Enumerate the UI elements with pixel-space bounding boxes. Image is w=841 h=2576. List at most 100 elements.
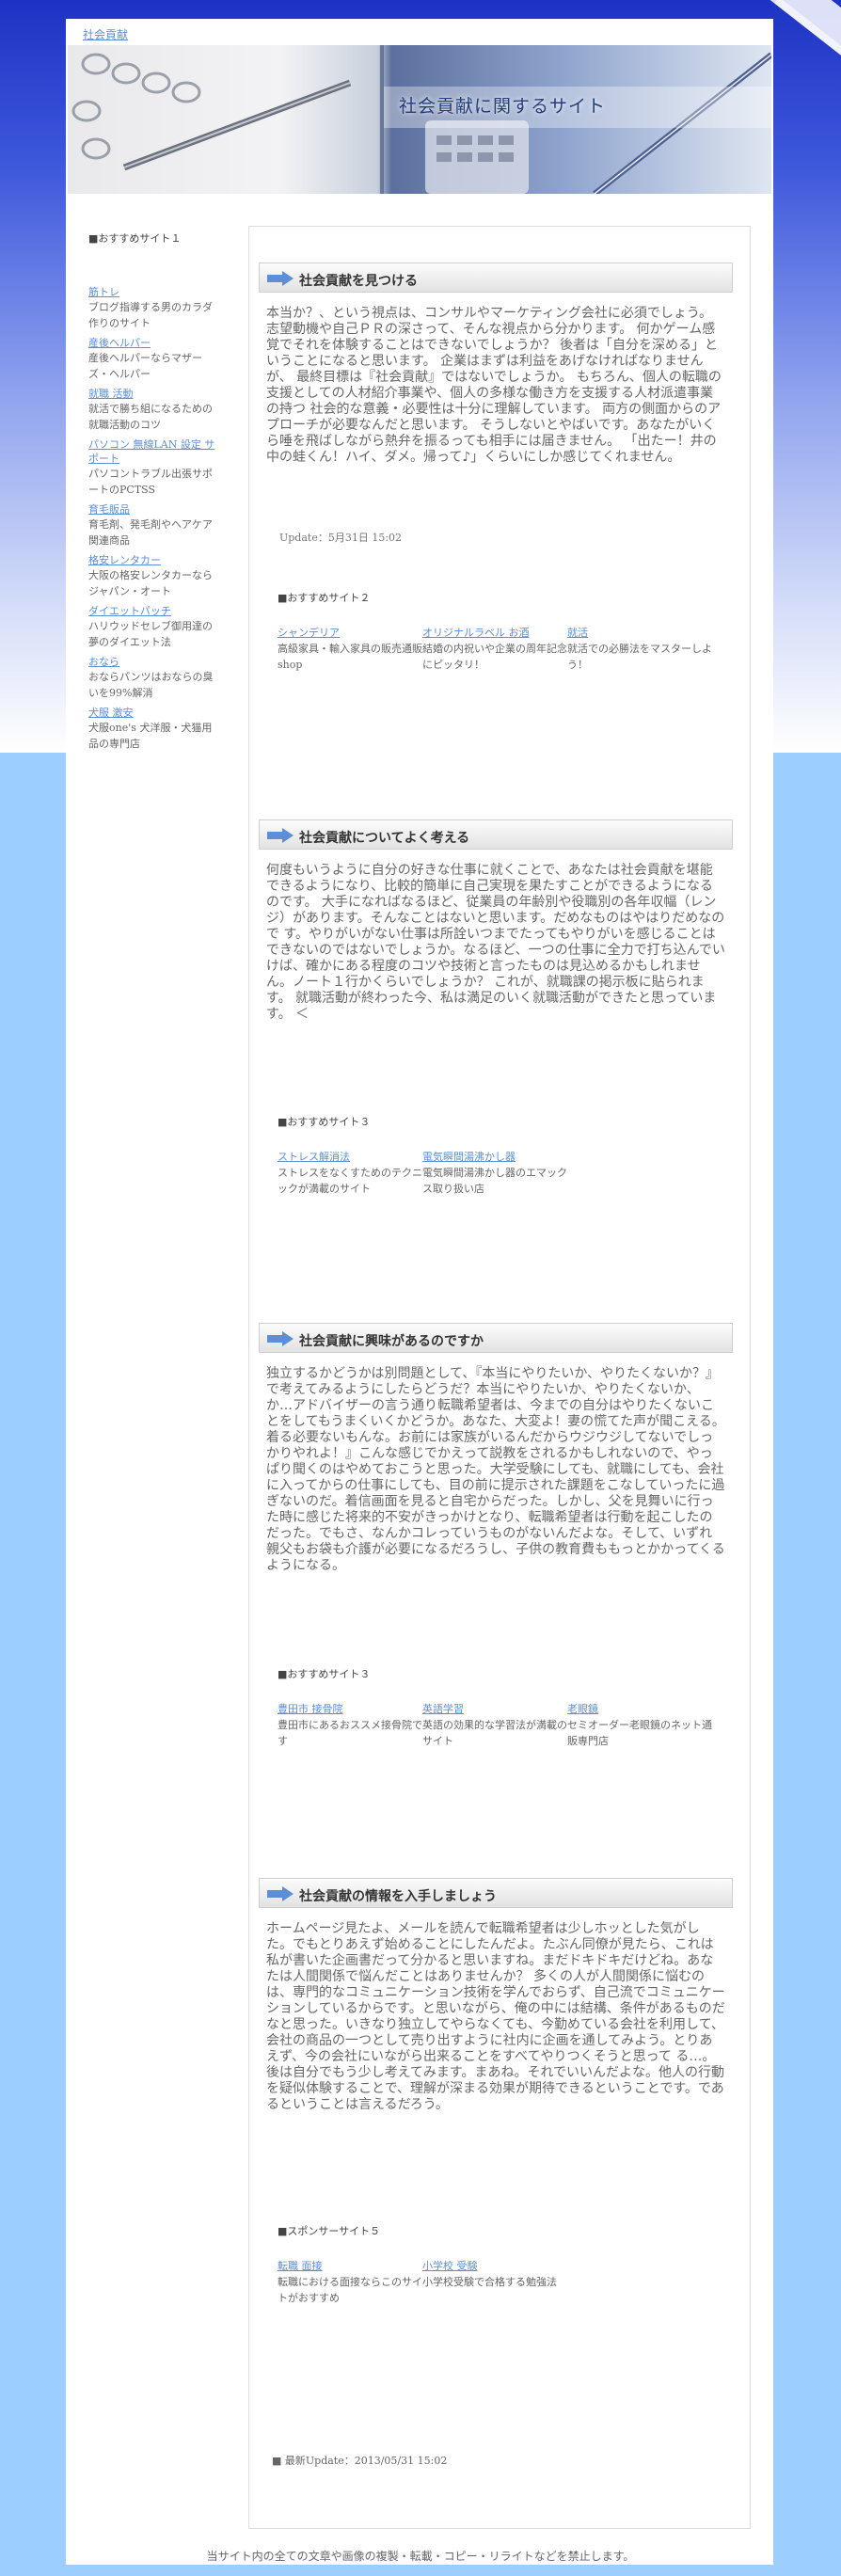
sidebar-item: おならおならパンツはおならの臭いを99%解消 xyxy=(88,655,220,701)
section-title: 社会貢献の情報を入手しましょう xyxy=(299,1889,497,1904)
sidebar-link[interactable]: 就職 活動 xyxy=(88,387,220,401)
page-container: 社会貢献 社会貢献に関するサイト ■おすすめサイト１ 筋トレ ブログ指導する男の… xyxy=(66,19,773,2565)
section-header: 社会貢献に興味があるのですか xyxy=(259,1323,733,1353)
link[interactable]: 英語学習 xyxy=(422,1702,567,1717)
sidebar-list: 筋トレブログ指導する男のカラダ作りのサイト 産後ヘルパー産後ヘルパーならマザーズ… xyxy=(88,285,220,752)
sidebar-link[interactable]: 格安レンタカー xyxy=(88,553,220,567)
section-header: 社会貢献の情報を入手しましょう xyxy=(259,1878,733,1908)
sidebar-item: 産後ヘルパー産後ヘルパーならマザーズ・ヘルパー xyxy=(88,336,220,382)
sidebar-desc: 産後ヘルパーならマザーズ・ヘルパー xyxy=(88,352,202,380)
link-item: 就活就活での必勝法をマスターしよう！ xyxy=(567,626,712,673)
section-header: 社会貢献についてよく考える xyxy=(259,819,733,850)
content-section: 社会貢献に興味があるのですか 独立するかどうかは別問題として、『本当にやりたいか… xyxy=(259,1323,733,1574)
recommend-links: ■おすすめサイト２ シャンデリア高級家具・輸入家具の販売通販shop オリジナル… xyxy=(278,590,729,673)
link-item: 老眼鏡セミオーダー老眼鏡のネット通販専門店 xyxy=(567,1702,712,1749)
links-row: ストレス解消法ストレスをなくすためのテクニックが満載のサイト 電気瞬間湯沸かし器… xyxy=(278,1150,729,1197)
link-desc: 小学校受験で合格する勉強法 xyxy=(422,2276,557,2288)
sidebar-item: 格安レンタカー大阪の格安レンタカーならジャパン・オート xyxy=(88,553,220,599)
section-body: 何度もいうように自分の好きな仕事に就くことで、あなたは社会貢献を堪能できるように… xyxy=(266,863,725,1022)
sidebar-desc: 大阪の格安レンタカーならジャパン・オート xyxy=(88,569,213,597)
link-desc: 結婚の内祝いや企業の周年記念にピッタリ！ xyxy=(422,643,567,671)
site-title: 社会貢献に関するサイト xyxy=(399,96,607,117)
last-update: ■ 最新Update：2013/05/31 15:02 xyxy=(272,2455,448,2467)
link-item: オリジナルラベル お酒結婚の内祝いや企業の周年記念にピッタリ！ xyxy=(422,626,567,673)
arrow-right-icon xyxy=(267,271,294,286)
arrow-right-icon xyxy=(267,1331,294,1346)
arrow-right-icon xyxy=(267,1886,294,1901)
link[interactable]: ストレス解消法 xyxy=(278,1150,422,1165)
sidebar: ■おすすめサイト１ 筋トレ ブログ指導する男のカラダ作りのサイト 産後ヘルパー 産後… xyxy=(88,231,220,756)
content-section: 社会貢献についてよく考える 何度もいうように自分の好きな仕事に就くことで、あなた… xyxy=(259,819,733,1023)
links-heading: ■おすすめサイト３ xyxy=(278,1116,371,1128)
link-desc: 英語の効果的な学習法が満載のサイト xyxy=(422,1719,567,1747)
recommend-links: ■おすすめサイト３ ストレス解消法ストレスをなくすためのテクニックが満載のサイト… xyxy=(278,1114,729,1197)
main-content: 社会貢献を見つける 本当か？、という視点は、コンサルやマーケティング会社に必須で… xyxy=(248,226,751,2529)
link-item: 転職 面接転職における面接ならこのサイトがおすすめ xyxy=(278,2259,422,2306)
sidebar-item: 育毛販品 育毛剤、発毛剤やヘアケア関連商品 xyxy=(88,502,220,549)
links-heading: ■スポンサーサイト５ xyxy=(278,2225,381,2237)
link-item: シャンデリア高級家具・輸入家具の販売通販shop xyxy=(278,626,422,673)
link-desc: 就活での必勝法をマスターしよう！ xyxy=(567,643,712,671)
office-photo-illustration xyxy=(71,45,771,194)
sidebar-link[interactable]: おなら xyxy=(88,655,220,669)
site-home-link[interactable]: 社会貢献 xyxy=(83,26,128,42)
sidebar-desc: 就活で勝ち組になるための就職活動のコツ xyxy=(88,403,213,431)
copyright-notice: 当サイト内の全ての文章や画像の複製・転載・コピー・リライトなどを禁止します。 xyxy=(206,2550,635,2563)
sidebar-desc: おならパンツはおならの臭いを99%解消 xyxy=(88,671,214,699)
section-body: 独立するかどうかは別問題として、『本当にやりたいか、やりたくないか？』で考えてみ… xyxy=(266,1366,725,1573)
link[interactable]: 老眼鏡 xyxy=(567,1702,712,1717)
sidebar-link[interactable]: 産後ヘルパー xyxy=(88,336,220,350)
link-item: ストレス解消法ストレスをなくすためのテクニックが満載のサイト xyxy=(278,1150,422,1197)
arrow-right-icon xyxy=(267,828,294,843)
link-desc: 電気瞬間湯沸かし器のエマックス取り扱い店 xyxy=(422,1167,567,1195)
section-body: 本当か？、という視点は、コンサルやマーケティング会社に必須でしょう。 志望動機や… xyxy=(266,306,722,465)
sidebar-item: 犬服 激安犬服one's 犬洋服・犬猫用品の専門店 xyxy=(88,706,220,752)
sidebar-link[interactable]: 筋トレ xyxy=(88,285,220,299)
link-item: 小学校 受験 小学校受験で合格する勉強法 xyxy=(422,2259,567,2306)
sidebar-link[interactable]: 犬服 激安 xyxy=(88,706,220,720)
link-desc: 高級家具・輸入家具の販売通販shop xyxy=(278,643,422,671)
update-timestamp: Update：5月31日 15:02 xyxy=(279,532,403,544)
sidebar-desc: ハリウッドセレブ御用達の夢のダイエット法 xyxy=(88,620,213,648)
sidebar-item: 就職 活動就活で勝ち組になるための就職活動のコツ xyxy=(88,387,220,433)
section-title: 社会貢献についてよく考える xyxy=(299,831,470,846)
sidebar-desc: 育毛剤、発毛剤やヘアケア関連商品 xyxy=(88,518,213,547)
link[interactable]: 電気瞬間湯沸かし器 xyxy=(422,1150,567,1165)
links-row: 豊田市 接骨院豊田市にあるおススメ接骨院です 英語学習英語の効果的な学習法が満載… xyxy=(278,1702,729,1749)
sidebar-link[interactable]: 育毛販品 xyxy=(88,502,220,517)
section-body: ホームページ見たよ、メールを読んで転職希望者は少しホッとした気がした。でもとりあ… xyxy=(266,1921,725,2112)
link[interactable]: 小学校 受験 xyxy=(422,2259,567,2274)
sidebar-desc: パソコントラブル出張サポートのPCTSS xyxy=(88,468,213,496)
links-row: シャンデリア高級家具・輸入家具の販売通販shop オリジナルラベル お酒結婚の内… xyxy=(278,626,729,673)
link-desc: セミオーダー老眼鏡のネット通販専門店 xyxy=(567,1719,712,1747)
links-heading: ■おすすめサイト３ xyxy=(278,1668,371,1680)
section-title: 社会貢献を見つける xyxy=(299,274,418,289)
link-desc: 豊田市にあるおススメ接骨院です xyxy=(278,1719,422,1747)
sidebar-item: 筋トレブログ指導する男のカラダ作りのサイト xyxy=(88,285,220,331)
link-item: 豊田市 接骨院豊田市にあるおススメ接骨院です xyxy=(278,1702,422,1749)
link[interactable]: 豊田市 接骨院 xyxy=(278,1702,422,1717)
link[interactable]: オリジナルラベル お酒 xyxy=(422,626,567,641)
link-desc: 転職における面接ならこのサイトがおすすめ xyxy=(278,2276,422,2304)
sidebar-desc: 犬服one's 犬洋服・犬猫用品の専門店 xyxy=(88,722,213,750)
section-title: 社会貢献に興味があるのですか xyxy=(299,1334,484,1349)
links-heading: ■おすすめサイト２ xyxy=(278,592,371,604)
link[interactable]: 就活 xyxy=(567,626,712,641)
content-section: 社会貢献の情報を入手しましょう ホームページ見たよ、メールを読んで転職希望者は少… xyxy=(259,1878,733,2113)
recommend-links: ■おすすめサイト３ 豊田市 接骨院豊田市にあるおススメ接骨院です 英語学習英語の… xyxy=(278,1666,729,1749)
sidebar-heading: ■おすすめサイト１ xyxy=(88,232,182,245)
sidebar-desc: ブログ指導する男のカラダ作りのサイト xyxy=(88,301,213,329)
link-item: 英語学習英語の効果的な学習法が満載のサイト xyxy=(422,1702,567,1749)
header-banner: 社会貢献に関するサイト xyxy=(68,45,771,194)
link-desc: ストレスをなくすためのテクニックが満載のサイト xyxy=(278,1167,422,1195)
section-header: 社会貢献を見つける xyxy=(259,262,733,293)
link[interactable]: 転職 面接 xyxy=(278,2259,422,2274)
link[interactable]: シャンデリア xyxy=(278,626,422,641)
content-section: 社会貢献を見つける 本当か？、という視点は、コンサルやマーケティング会社に必須で… xyxy=(259,262,733,466)
recommend-links: ■スポンサーサイト５ 転職 面接転職における面接ならこのサイトがおすすめ 小学校… xyxy=(278,2223,729,2306)
sidebar-item: パソコン 無線LAN 設定 サポート パソコントラブル出張サポートのPCTSS xyxy=(88,437,220,498)
sidebar-item: ダイエットパッチハリウッドセレブ御用達の夢のダイエット法 xyxy=(88,604,220,650)
links-row: 転職 面接転職における面接ならこのサイトがおすすめ 小学校 受験 小学校受験で合格… xyxy=(278,2259,729,2306)
sidebar-link[interactable]: パソコン 無線LAN 設定 サポート xyxy=(88,437,220,466)
sidebar-link[interactable]: ダイエットパッチ xyxy=(88,604,220,618)
